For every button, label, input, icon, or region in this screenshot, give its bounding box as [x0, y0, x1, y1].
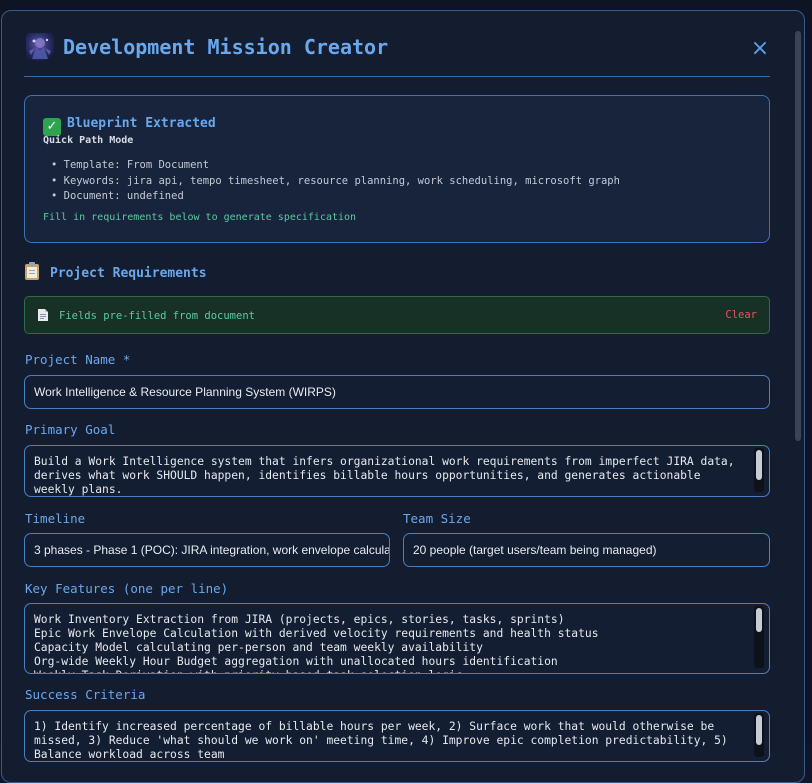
modal-scroll-thumb[interactable] [795, 31, 801, 441]
blueprint-title-text: Blueprint Extracted [67, 116, 216, 131]
scroll-thumb[interactable] [756, 608, 762, 632]
key-features-textarea[interactable]: Work Inventory Extraction from JIRA (pro… [24, 603, 770, 674]
list-item: Document: undefined [51, 189, 620, 205]
app-logo-icon [26, 33, 54, 61]
check-icon: ✓ [43, 118, 61, 136]
primary-goal-scrollbar[interactable] [754, 448, 764, 492]
blueprint-panel: ✓ Blueprint Extracted Quick Path Mode Tem… [24, 95, 770, 243]
project-name-label: Project Name * [25, 352, 131, 367]
prefill-text: Fields pre-filled from document [59, 310, 255, 322]
primary-goal-label: Primary Goal [25, 422, 116, 437]
primary-goal-textarea[interactable]: Build a Work Intelligence system that in… [24, 445, 770, 497]
team-size-label: Team Size [403, 511, 471, 526]
modal-scrollbar[interactable] [793, 27, 803, 775]
scroll-thumb[interactable] [756, 450, 762, 480]
clipboard-icon [25, 262, 39, 280]
key-features-scrollbar[interactable] [754, 606, 764, 668]
requirements-heading: Project Requirements [24, 261, 207, 281]
mission-creator-modal: Development Mission Creator × ✓ Blueprint… [1, 10, 805, 783]
list-item: Keywords: jira api, tempo timesheet, res… [51, 174, 620, 190]
success-criteria-textarea[interactable]: 1) Identify increased percentage of bill… [24, 710, 770, 762]
modal-title: Development Mission Creator [63, 35, 389, 59]
timeline-label: Timeline [25, 511, 86, 526]
success-criteria-label: Success Criteria [25, 687, 146, 702]
clear-button[interactable]: Clear [725, 309, 757, 321]
list-item: Template: From Document [51, 158, 620, 174]
blueprint-mode: Quick Path Mode [43, 135, 134, 146]
close-button[interactable]: × [750, 37, 770, 61]
requirements-heading-text: Project Requirements [50, 266, 207, 281]
team-size-input[interactable]: 20 people (target users/team being manag… [403, 533, 770, 567]
project-name-input[interactable]: Work Intelligence & Resource Planning Sy… [24, 375, 770, 409]
timeline-input[interactable]: 3 phases - Phase 1 (POC): JIRA integrati… [24, 533, 390, 567]
blueprint-title: ✓ Blueprint Extracted [43, 116, 216, 136]
modal-header: Development Mission Creator × [24, 31, 770, 77]
blueprint-list: Template: From Document Keywords: jira a… [51, 158, 620, 205]
document-icon [38, 309, 48, 321]
key-features-label: Key Features (one per line) [25, 581, 229, 596]
scroll-thumb[interactable] [756, 715, 762, 745]
success-criteria-scrollbar[interactable] [754, 713, 764, 757]
blueprint-note: Fill in requirements below to generate s… [43, 212, 357, 223]
prefill-notice: Fields pre-filled from document Clear [24, 296, 770, 334]
